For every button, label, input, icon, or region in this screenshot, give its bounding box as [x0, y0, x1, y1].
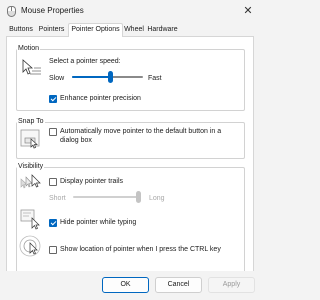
- tab-pointers[interactable]: Pointers: [36, 24, 67, 36]
- pointer-trails-label: Display pointer trails: [60, 178, 124, 185]
- pointer-speed-icon: [22, 59, 41, 75]
- long-label: Long: [149, 195, 165, 202]
- pointer-trails-checkbox[interactable]: [49, 178, 57, 186]
- enhance-precision-label: Enhance pointer precision: [60, 95, 141, 102]
- snap-to-label: Automatically move pointer to the defaul…: [60, 128, 222, 144]
- pointer-trails-icon: [20, 174, 41, 189]
- tab-wheel[interactable]: Wheel: [123, 24, 145, 36]
- pointer-speed-thumb[interactable]: [108, 71, 113, 83]
- hide-pointer-icon: [20, 209, 40, 230]
- tab-hardware[interactable]: Hardware: [146, 24, 179, 36]
- close-button[interactable]: ✕: [240, 3, 256, 19]
- cancel-button[interactable]: Cancel: [155, 277, 202, 293]
- pointer-trails-track: [73, 196, 141, 198]
- visibility-group-title: Visibility: [17, 162, 45, 171]
- pointer-trails-thumb[interactable]: [136, 191, 141, 203]
- short-label: Short: [49, 195, 66, 202]
- mouse-icon: [7, 6, 16, 17]
- show-location-checkbox[interactable]: [49, 246, 57, 254]
- snap-to-group-title: Snap To: [17, 117, 45, 126]
- pointer-trails-slider[interactable]: [73, 191, 141, 203]
- snap-to-checkbox[interactable]: [49, 128, 57, 136]
- snap-to-icon: [20, 129, 40, 149]
- tab-pointer-options[interactable]: Pointer Options: [68, 23, 123, 37]
- fast-label: Fast: [148, 75, 162, 82]
- pointer-options-panel: Motion Select a pointer speed: Slow Fast…: [6, 36, 254, 300]
- show-location-icon: [19, 235, 41, 257]
- apply-button[interactable]: Apply: [208, 277, 255, 293]
- show-location-label: Show location of pointer when I press th…: [60, 246, 221, 253]
- pointer-speed-slider[interactable]: [72, 71, 143, 83]
- hide-pointer-label: Hide pointer while typing: [60, 219, 137, 226]
- ok-button[interactable]: OK: [102, 277, 149, 293]
- pointer-speed-fill: [72, 76, 111, 78]
- window-title: Mouse Properties: [21, 6, 84, 15]
- title-bar: Mouse Properties ✕: [0, 0, 261, 22]
- hide-pointer-checkbox[interactable]: [49, 219, 57, 227]
- tab-buttons[interactable]: Buttons: [8, 24, 34, 36]
- dialog-buttons: OK Cancel Apply: [0, 271, 261, 300]
- pointer-speed-prompt: Select a pointer speed:: [49, 58, 121, 65]
- motion-group-title: Motion: [17, 44, 41, 53]
- enhance-precision-checkbox[interactable]: [49, 95, 57, 103]
- slow-label: Slow: [49, 75, 65, 82]
